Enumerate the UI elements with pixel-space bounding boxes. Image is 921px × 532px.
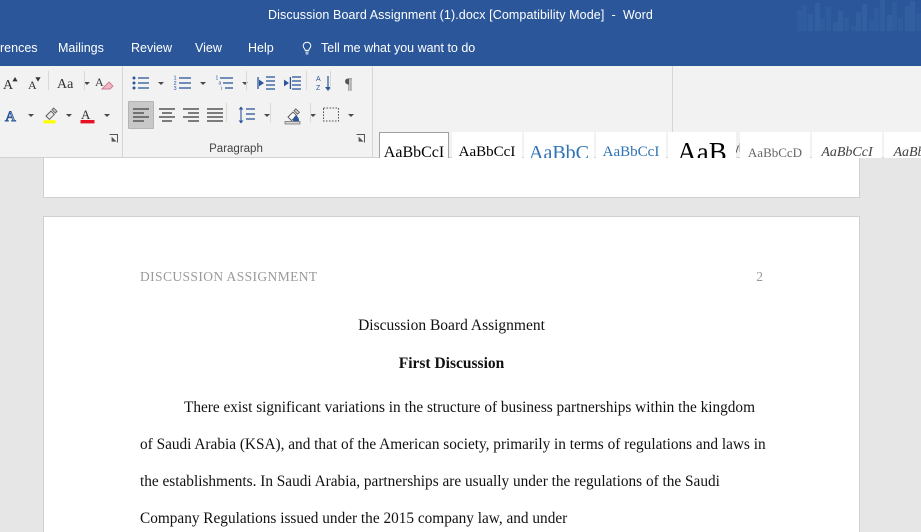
svg-text:A: A bbox=[81, 107, 91, 122]
svg-text:A: A bbox=[95, 75, 104, 89]
header-title: DISCUSSION ASSIGNMENT bbox=[140, 269, 318, 284]
chevron-down-icon[interactable] bbox=[197, 69, 209, 97]
group-label-paragraph: Paragraph bbox=[209, 143, 263, 155]
chevron-down-icon[interactable] bbox=[63, 101, 75, 129]
body-paragraph: There exist significant variations in th… bbox=[140, 399, 766, 527]
sort-icon[interactable]: AZ bbox=[313, 69, 337, 97]
ribbon-row-top: A A Aa A 1 2 3 1 a i A Z ¶ bbox=[0, 69, 921, 99]
ribbon-tab-view[interactable]: View bbox=[195, 31, 222, 66]
numbering-icon[interactable]: 123 bbox=[170, 69, 196, 97]
chevron-down-icon[interactable] bbox=[261, 101, 273, 129]
document-title: Discussion Board Assignment bbox=[358, 317, 545, 334]
icon-divider bbox=[310, 103, 311, 122]
group-divider bbox=[372, 66, 373, 158]
tell-me-search[interactable]: Tell me what you want to do bbox=[300, 31, 475, 66]
chevron-down-icon[interactable] bbox=[101, 101, 113, 129]
document-subtitle: First Discussion bbox=[398, 355, 505, 372]
document-page[interactable]: DISCUSSION ASSIGNMENT 2 Discussion Board… bbox=[43, 216, 860, 532]
svg-text:Z: Z bbox=[316, 85, 321, 92]
svg-text:A: A bbox=[28, 78, 37, 92]
increase-indent-icon[interactable] bbox=[280, 69, 306, 97]
ribbon-tab-help[interactable]: Help bbox=[248, 31, 274, 66]
decrease-indent-icon[interactable] bbox=[254, 69, 280, 97]
page-header: DISCUSSION ASSIGNMENT 2 bbox=[140, 269, 763, 285]
icon-divider bbox=[48, 71, 49, 90]
align-left-icon[interactable] bbox=[128, 101, 154, 129]
window-title: Discussion Board Assignment (1).docx [Co… bbox=[268, 8, 653, 22]
svg-text:i: i bbox=[221, 86, 222, 92]
text-highlight-color-icon[interactable] bbox=[38, 101, 62, 129]
chevron-down-icon[interactable] bbox=[25, 101, 37, 129]
chevron-down-icon[interactable] bbox=[155, 69, 167, 97]
chevron-down-icon[interactable] bbox=[345, 101, 357, 129]
grow-font-icon[interactable]: A bbox=[0, 69, 24, 97]
icon-divider bbox=[270, 103, 271, 122]
svg-text:Aa: Aa bbox=[57, 77, 74, 92]
title-bar: Discussion Board Assignment (1).docx [Co… bbox=[0, 0, 921, 31]
icon-divider bbox=[306, 71, 307, 90]
svg-text:3: 3 bbox=[174, 86, 177, 92]
ribbon-tab-mailings[interactable]: Mailings bbox=[58, 31, 104, 66]
header-page-number: 2 bbox=[756, 269, 763, 284]
font-color-icon[interactable]: A bbox=[76, 101, 100, 129]
text-effects-icon[interactable]: A bbox=[0, 101, 24, 129]
ribbon-tab-strip: rences Mailings Review View Help Tell me what… bbox=[0, 31, 921, 66]
group-divider bbox=[122, 66, 123, 158]
ribbon-tab-references[interactable]: rences bbox=[0, 31, 38, 66]
clear-formatting-icon[interactable]: A bbox=[92, 69, 118, 97]
word-application-window: Discussion Board Assignment (1).docx [Co… bbox=[0, 0, 921, 532]
shrink-font-icon[interactable]: A bbox=[24, 69, 48, 97]
tell-me-label: Tell me what you want to do bbox=[321, 41, 476, 55]
ribbon: A A Aa A 1 2 3 1 a i A Z ¶ AA Paragraph Styles AaBbCc… bbox=[0, 66, 921, 194]
svg-text:A: A bbox=[316, 76, 321, 83]
align-right-icon[interactable] bbox=[178, 101, 204, 129]
align-center-icon[interactable] bbox=[154, 101, 180, 129]
decorative-pattern bbox=[795, 0, 921, 31]
change-case-icon[interactable]: Aa bbox=[54, 69, 80, 97]
shading-icon[interactable] bbox=[280, 101, 306, 129]
previous-page bbox=[43, 158, 860, 198]
multilevel-list-icon[interactable]: 1ai bbox=[212, 69, 238, 97]
borders-icon[interactable] bbox=[318, 101, 344, 129]
icon-divider bbox=[330, 71, 331, 90]
dialog-launcher-font[interactable] bbox=[108, 132, 121, 145]
document-canvas[interactable]: DISCUSSION ASSIGNMENT 2 Discussion Board… bbox=[0, 158, 921, 532]
show-formatting-marks-icon[interactable]: ¶ bbox=[340, 69, 364, 97]
lightbulb-icon bbox=[300, 41, 314, 57]
ribbon-row-bottom: AA bbox=[0, 101, 921, 131]
justify-icon[interactable] bbox=[202, 101, 228, 129]
svg-text:¶: ¶ bbox=[345, 76, 353, 93]
document-body[interactable]: There exist significant variations in th… bbox=[140, 389, 770, 532]
icon-divider bbox=[226, 103, 227, 122]
svg-text:A: A bbox=[3, 78, 14, 93]
line-spacing-icon[interactable] bbox=[234, 101, 260, 129]
svg-text:A: A bbox=[5, 109, 16, 125]
icon-divider bbox=[246, 71, 247, 90]
bullets-icon[interactable] bbox=[128, 69, 154, 97]
dialog-launcher-paragraph[interactable] bbox=[355, 132, 368, 145]
icon-divider bbox=[84, 71, 85, 90]
ribbon-tab-review[interactable]: Review bbox=[131, 31, 172, 66]
chevron-down-icon[interactable] bbox=[239, 69, 251, 97]
